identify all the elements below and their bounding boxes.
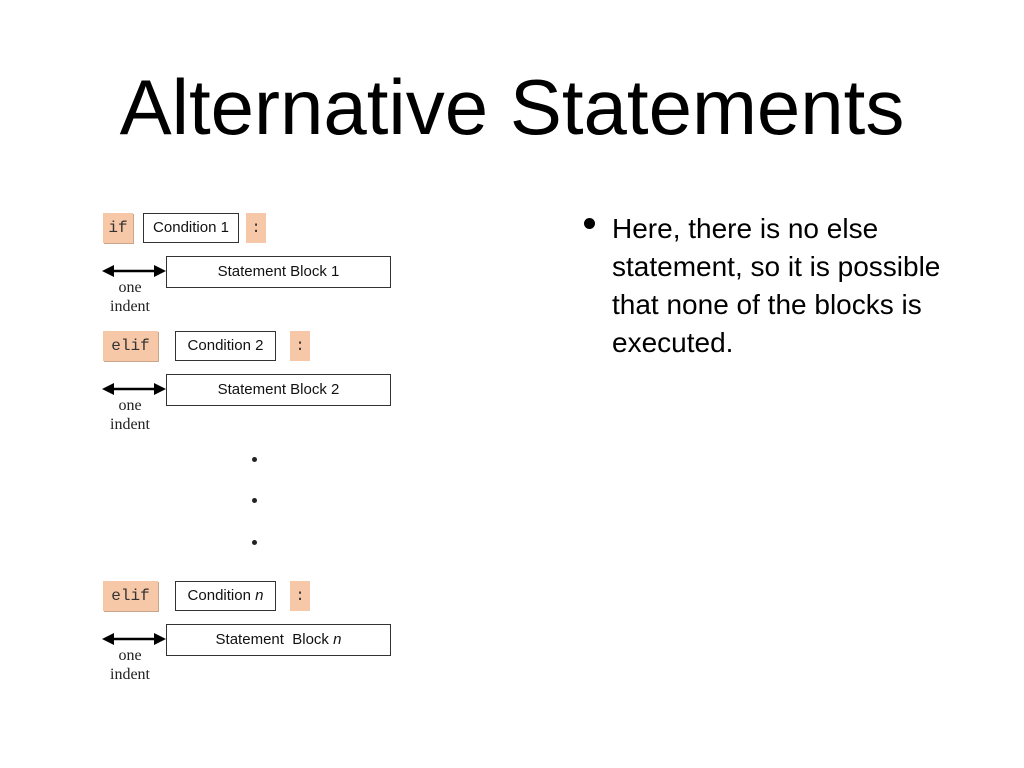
keyword-elif: elif	[103, 581, 158, 611]
bullet-icon	[584, 218, 595, 229]
colon: :	[290, 331, 310, 361]
statement-block-n: Statement Block n	[166, 624, 391, 656]
double-arrow-icon	[102, 265, 166, 277]
double-arrow-icon	[102, 633, 166, 645]
statement-block-n-var: n	[333, 631, 342, 648]
slide-title: Alternative Statements	[119, 63, 905, 151]
statement-block-1: Statement Block 1	[166, 256, 391, 288]
colon: :	[290, 581, 310, 611]
condition-n: Condition n	[175, 581, 276, 611]
indent-label-one: one	[118, 397, 142, 414]
ellipsis-dot	[252, 457, 257, 462]
indent-label-indent: indent	[110, 416, 150, 433]
keyword-if: if	[103, 213, 133, 243]
indent-label-indent: indent	[110, 666, 150, 683]
condition-n-label: Condition	[187, 587, 256, 604]
keyword-elif: elif	[103, 331, 158, 361]
condition-2: Condition 2	[175, 331, 276, 361]
statement-block-n-label: Statement Block	[215, 631, 334, 648]
condition-n-var: n	[255, 587, 264, 604]
ellipsis-dot	[252, 498, 257, 503]
double-arrow-icon	[102, 383, 166, 395]
indent-label-one: one	[118, 647, 142, 664]
indent-label-one: one	[118, 279, 142, 296]
condition-1: Condition 1	[143, 213, 239, 243]
ellipsis-dot	[252, 540, 257, 545]
indent-label-indent: indent	[110, 298, 150, 315]
colon: :	[246, 213, 266, 243]
statement-block-2: Statement Block 2	[166, 374, 391, 406]
bullet-text: Here, there is no else statement, so it …	[612, 213, 941, 358]
